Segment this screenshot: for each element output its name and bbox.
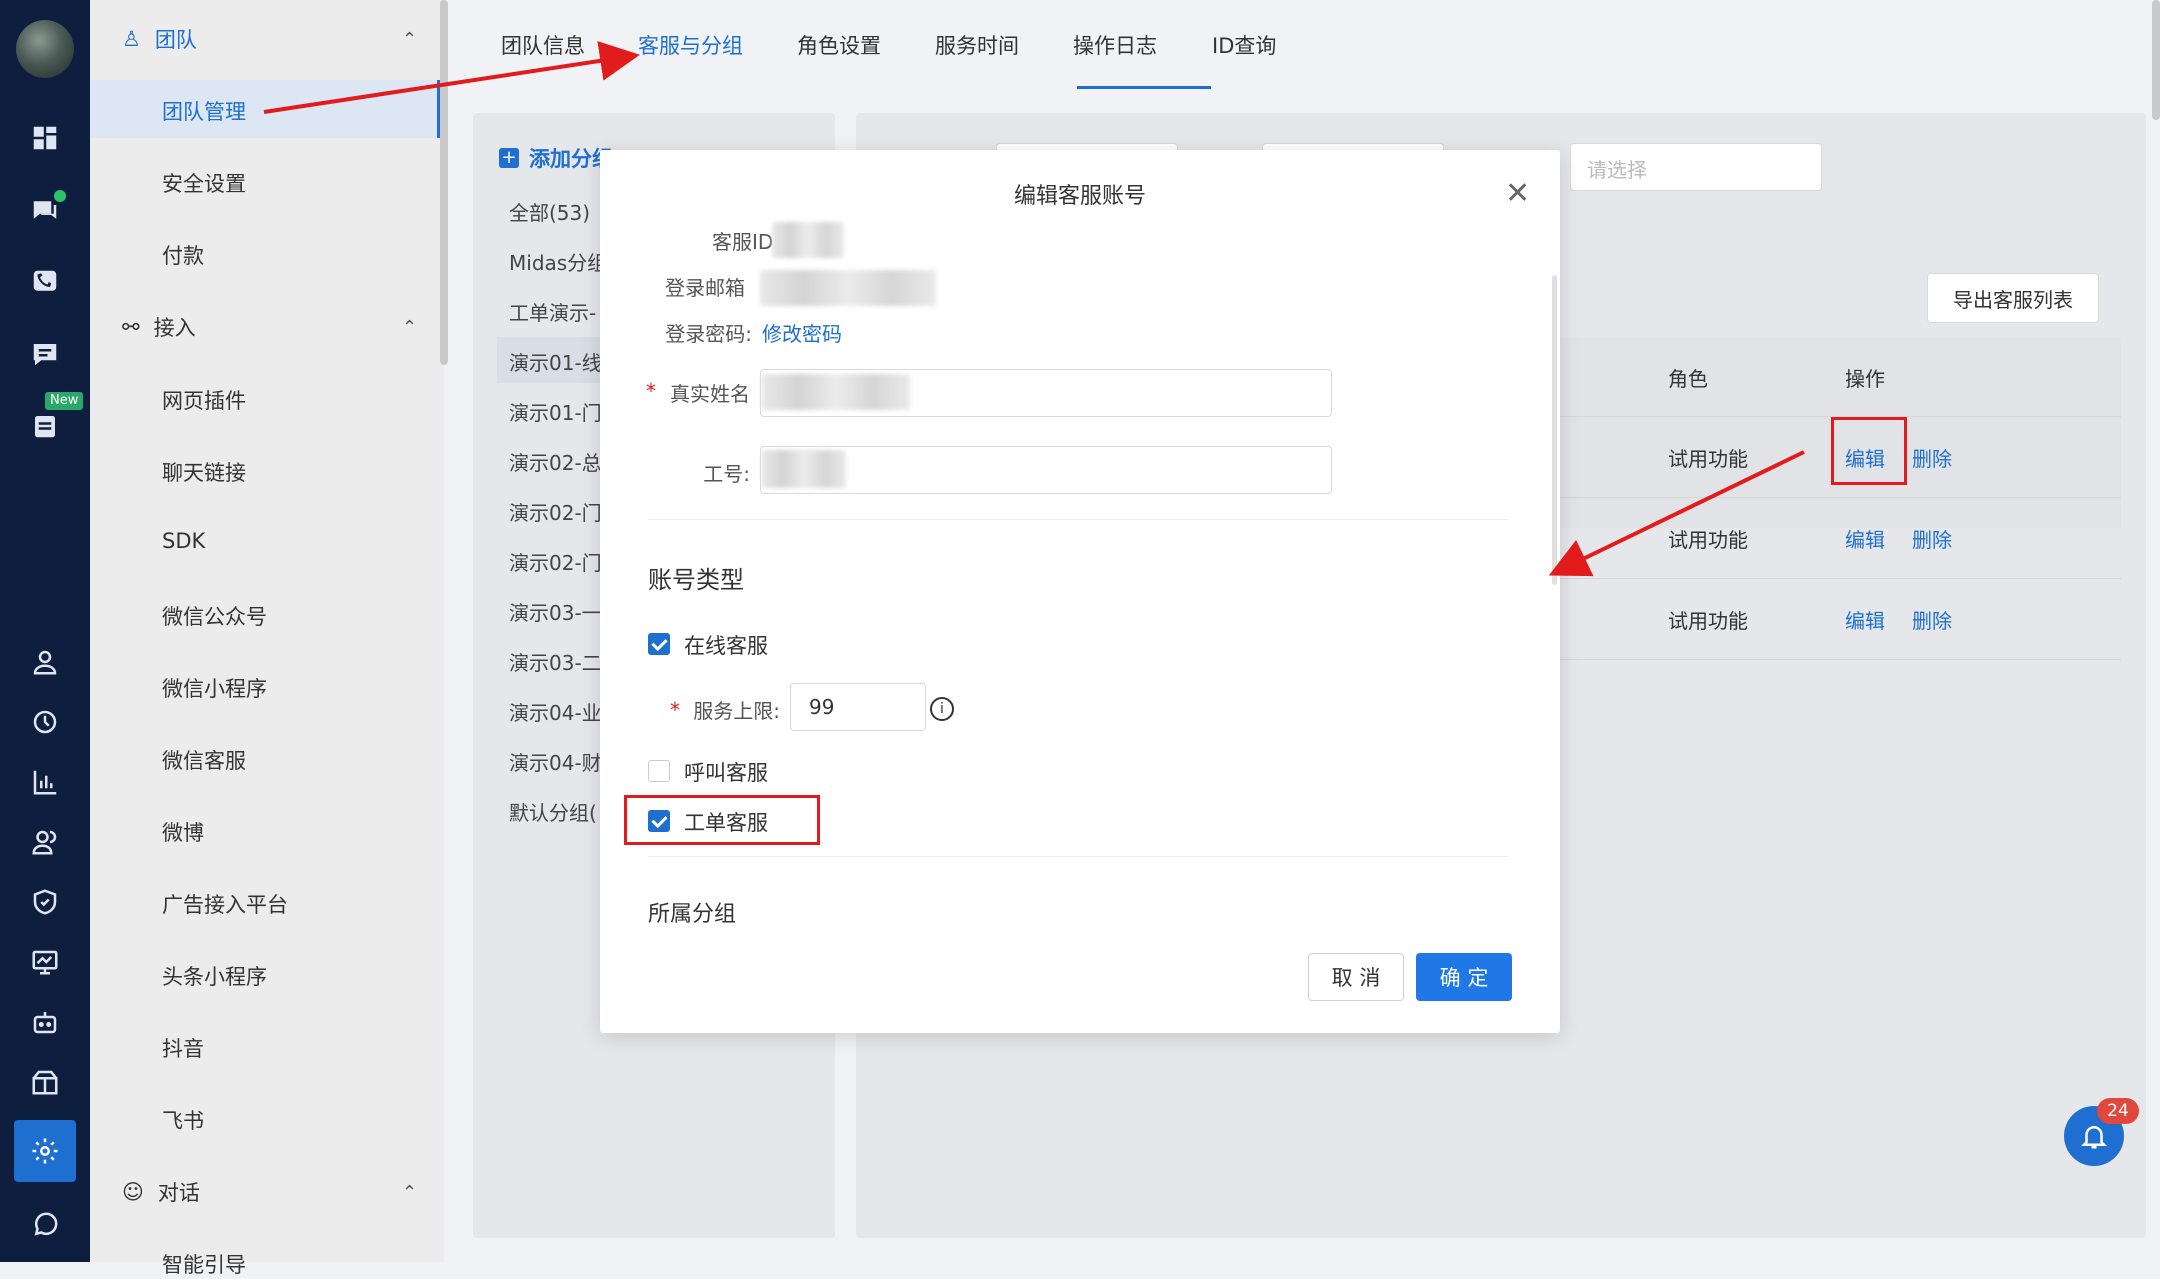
arrow-to-dialog xyxy=(1548,450,1805,577)
annotation-arrows xyxy=(263,41,1805,577)
arrow-to-tab xyxy=(263,41,640,114)
notification-badge: 24 xyxy=(2097,1098,2139,1124)
bell-icon xyxy=(2080,1126,2108,1149)
